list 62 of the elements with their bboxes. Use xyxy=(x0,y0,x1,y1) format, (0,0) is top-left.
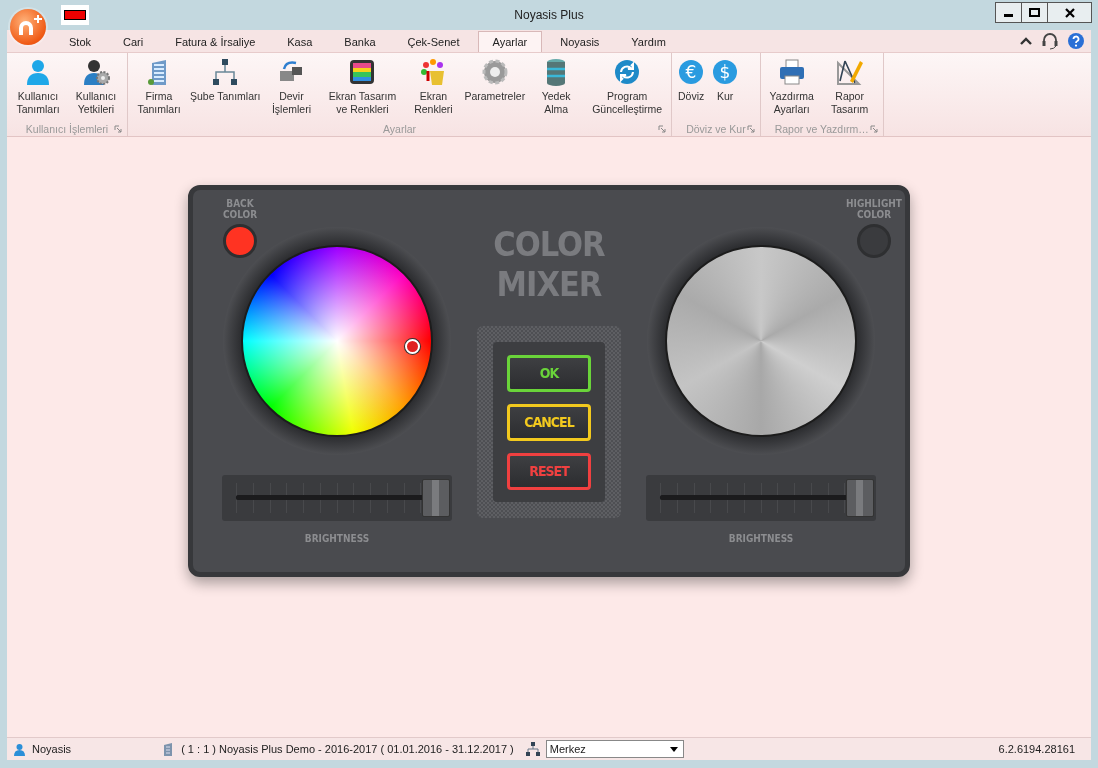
ribbon-tab[interactable]: Stok xyxy=(55,32,105,52)
ribbon-button[interactable]: Devir İşlemleri xyxy=(262,53,321,122)
flag-icon xyxy=(61,5,89,25)
ribbon-button[interactable]: Şube Tanımları xyxy=(188,53,263,122)
user-icon xyxy=(13,742,26,756)
ribbon-button[interactable]: Rapor Tasarım xyxy=(820,53,879,122)
dialog-launcher-icon[interactable] xyxy=(869,125,878,133)
ribbon-button[interactable]: Firma Tanımları xyxy=(130,53,188,122)
swatch-label: BACK COLOR xyxy=(221,198,259,220)
dialog-launcher-icon[interactable] xyxy=(114,125,122,133)
ribbon-group-label: Kullanıcı İşlemleri xyxy=(25,123,109,135)
ribbon-tab[interactable]: Yardım xyxy=(617,32,680,52)
ribbon-tab[interactable]: Noyasis xyxy=(546,32,614,52)
color-swatch[interactable] xyxy=(857,224,891,258)
status-company: ( 1 : 1 ) Noyasis Plus Demo - 2016-2017 ( 01.01.2016 - 31.12.2017 ) xyxy=(161,742,514,756)
ribbon-tab[interactable]: Cari xyxy=(109,32,158,52)
maximize-button[interactable] xyxy=(1021,2,1048,23)
ribbon-tab[interactable]: Çek-Senet xyxy=(393,32,474,52)
mixer-button[interactable]: CANCEL xyxy=(507,403,591,441)
window-title: Noyasis Plus xyxy=(514,8,584,22)
slider-thumb[interactable] xyxy=(421,479,450,517)
branch-dropdown[interactable]: Merkez xyxy=(545,740,684,758)
minimize-button[interactable] xyxy=(995,2,1022,23)
slider-label: BRIGHTNESS xyxy=(728,533,794,544)
dialog-launcher-icon[interactable] xyxy=(746,125,755,133)
ribbon-tab[interactable]: Ayarlar xyxy=(477,31,543,52)
dialog-launcher-icon[interactable] xyxy=(658,125,667,133)
ribbon-button[interactable]: $ Kur xyxy=(708,53,743,122)
ribbon-group-label: Rapor ve Yazdırm… xyxy=(774,123,869,135)
org-chart-icon xyxy=(525,742,540,756)
ribbon-button[interactable]: Parametreler xyxy=(462,53,528,122)
headset-icon[interactable] xyxy=(1041,32,1059,50)
ribbon-group-label: Ayarlar xyxy=(383,123,417,135)
version-label: 6.2.6194.28161 xyxy=(998,743,1075,755)
color-wheel[interactable] xyxy=(241,245,433,437)
ribbon-button[interactable]: Kullanıcı Tanımları xyxy=(9,53,67,122)
picker-handle[interactable] xyxy=(405,339,420,354)
ribbon-button[interactable]: € Döviz xyxy=(674,53,709,122)
ribbon-button[interactable]: Yazdırma Ayarları xyxy=(762,53,821,122)
slider-label: BRIGHTNESS xyxy=(304,533,370,544)
ribbon-button[interactable]: Kullanıcı Yetkileri xyxy=(67,53,125,122)
ribbon-tab[interactable]: Fatura & İrsaliye xyxy=(161,32,270,52)
status-user: Noyasis xyxy=(13,742,72,756)
ribbon-button[interactable]: Ekran Renkleri xyxy=(404,53,463,122)
help-icon[interactable] xyxy=(1067,32,1085,50)
mixer-button[interactable]: OK xyxy=(507,354,591,392)
caret-icon xyxy=(669,746,678,752)
slider-thumb[interactable] xyxy=(845,479,874,517)
collapse-icon[interactable] xyxy=(1019,36,1033,46)
color-swatch[interactable] xyxy=(223,224,257,258)
ribbon-group-label: Döviz ve Kur xyxy=(686,123,746,135)
close-icon xyxy=(1063,6,1076,19)
ribbon-button[interactable]: Program Güncelleştirme xyxy=(585,53,670,122)
ribbon-tab[interactable]: Banka xyxy=(330,32,390,52)
app-logo-icon[interactable] xyxy=(10,9,46,45)
person-gear-icon xyxy=(81,57,111,87)
close-button[interactable] xyxy=(1047,2,1092,23)
ribbon-button[interactable]: Ekran Tasarım ve Renkleri xyxy=(320,53,405,122)
ribbon-tab[interactable]: Kasa xyxy=(273,32,327,52)
ribbon-button[interactable]: Yedek Alma xyxy=(527,53,586,122)
brightness-dial[interactable] xyxy=(665,245,857,437)
swatch-label: HIGHLIGHT COLOR xyxy=(845,198,903,220)
